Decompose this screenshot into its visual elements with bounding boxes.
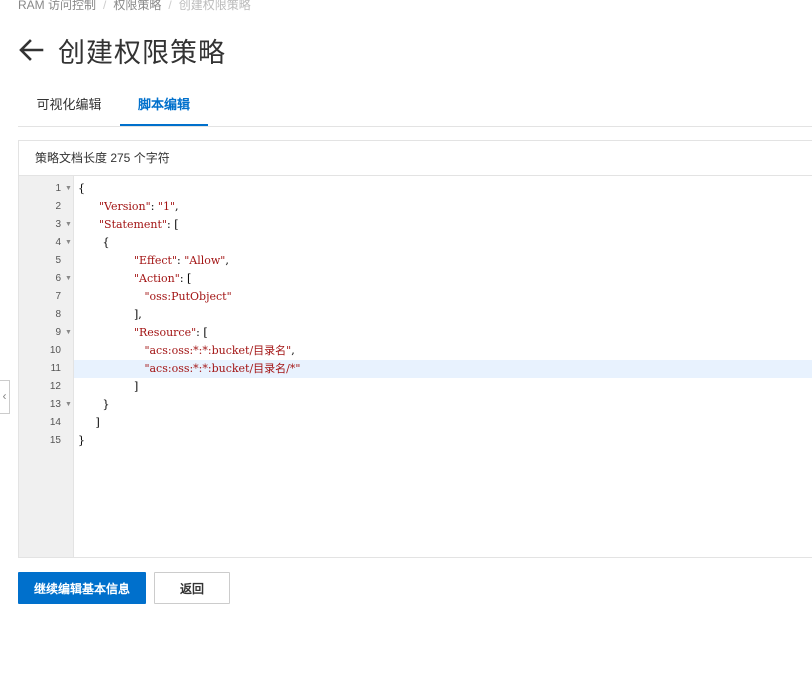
page-title: 创建权限策略 (58, 37, 226, 69)
code-line[interactable]: ], (74, 306, 812, 324)
code-line[interactable]: "oss:PutObject" (74, 288, 812, 306)
breadcrumb-item-policies[interactable]: 权限策略 (113, 0, 161, 12)
line-number: 13 (49, 399, 61, 410)
fold-toggle-icon[interactable]: ▼ (65, 180, 72, 198)
code-line[interactable]: "Resource": [ (74, 324, 812, 342)
code-line[interactable]: } (74, 432, 812, 450)
code-line[interactable]: { (74, 180, 812, 198)
line-number: 11 (50, 363, 61, 374)
breadcrumb-item-ram[interactable]: RAM 访问控制 (18, 0, 96, 12)
code-line[interactable]: { (74, 234, 812, 252)
code-line[interactable]: ] (74, 378, 812, 396)
line-number: 14 (49, 417, 61, 428)
breadcrumb: RAM 访问控制 / 权限策略 / 创建权限策略 (18, 0, 251, 13)
collapse-sidebar-handle[interactable]: ‹ (0, 380, 10, 414)
breadcrumb-current: 创建权限策略 (178, 0, 251, 12)
policy-length-info: 策略文档长度 275 个字符 (19, 141, 812, 176)
continue-edit-basic-info-button[interactable]: 继续编辑基本信息 (18, 572, 146, 604)
breadcrumb-separator: / (103, 0, 107, 12)
line-number: 9 (55, 327, 61, 338)
code-line[interactable]: "Version": "1", (74, 198, 812, 216)
line-number: 12 (49, 381, 61, 392)
line-number: 6 (55, 273, 61, 284)
line-number: 15 (49, 435, 61, 446)
fold-toggle-icon[interactable]: ▼ (65, 234, 72, 252)
page-header: 创建权限策略 (18, 32, 226, 69)
line-number: 1 (55, 183, 61, 194)
tab-bar: 可视化编辑 脚本编辑 (18, 88, 812, 127)
code-line[interactable]: } (74, 396, 812, 414)
fold-toggle-icon[interactable]: ▼ (65, 324, 72, 342)
arrow-left-icon[interactable] (18, 37, 44, 63)
back-button[interactable]: 返回 (154, 572, 230, 604)
line-number: 4 (55, 237, 61, 248)
code-area[interactable]: { "Version": "1", "Statement": [ { "Effe… (74, 176, 812, 557)
line-number: 5 (55, 255, 61, 266)
fold-toggle-icon[interactable]: ▼ (65, 216, 72, 234)
line-number: 2 (55, 201, 61, 212)
code-line[interactable]: "Action": [ (74, 270, 812, 288)
tab-script-edit[interactable]: 脚本编辑 (120, 88, 208, 126)
chevron-left-icon: ‹ (2, 389, 7, 403)
line-number: 8 (55, 309, 61, 320)
code-line[interactable]: "Statement": [ (74, 216, 812, 234)
code-line[interactable]: ] (74, 414, 812, 432)
line-number: 3 (55, 219, 61, 230)
code-line[interactable]: "Effect": "Allow", (74, 252, 812, 270)
line-number: 7 (55, 291, 61, 302)
fold-toggle-icon[interactable]: ▼ (65, 270, 72, 288)
code-line[interactable]: "acs:oss:*:*:bucket/目录名/*" (74, 360, 812, 378)
code-line[interactable]: "acs:oss:*:*:bucket/目录名", (74, 342, 812, 360)
fold-toggle-icon[interactable]: ▼ (65, 396, 72, 414)
policy-code-editor[interactable]: 策略文档长度 275 个字符 1 ▼ 2 3 ▼ 4 ▼ 5 6 ▼ 7 8 9 ▼ 10 11 12 13 ▼ 14… (18, 140, 812, 558)
line-number: 10 (49, 345, 61, 356)
breadcrumb-separator: / (168, 0, 172, 12)
tab-visual-edit[interactable]: 可视化编辑 (18, 88, 120, 126)
editor-body[interactable]: 1 ▼ 2 3 ▼ 4 ▼ 5 6 ▼ 7 8 9 ▼ 10 11 12 13 ▼ 14 15 { "Version":… (19, 176, 812, 557)
line-number-gutter: 1 ▼ 2 3 ▼ 4 ▼ 5 6 ▼ 7 8 9 ▼ 10 11 12 13 ▼ 14 15 (19, 176, 74, 557)
